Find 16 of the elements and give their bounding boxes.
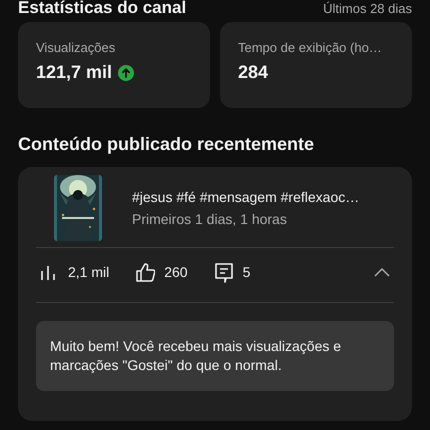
comment-icon (214, 262, 234, 282)
metric-value: 5 (242, 264, 250, 280)
period-label: Últimos 28 dias (323, 1, 412, 16)
stat-label: Tempo de exibição (ho… (238, 40, 383, 55)
insight-message: Muito bem! Você recebeu mais visualizações e marcações "Gostei" do que o normal. (36, 321, 394, 391)
stat-value: 121,7 mil (36, 62, 112, 83)
thumbs-up-icon (135, 262, 156, 282)
section-title: Estatísticas do canal (18, 0, 186, 18)
metric-value: 260 (164, 264, 188, 280)
chevron-icon (374, 267, 390, 277)
video-age: Primeiros 1 dias, 1 horas (132, 211, 288, 227)
video-title[interactable]: #jesus #fé #mensagem #reflexaoc… (132, 189, 360, 205)
stat-value: 284 (238, 62, 268, 83)
metric-value: 2,1 mil (68, 264, 110, 280)
section-heading: Conteúdo publicado recentemente (18, 134, 316, 155)
stat-label: Visualizações (36, 40, 116, 55)
